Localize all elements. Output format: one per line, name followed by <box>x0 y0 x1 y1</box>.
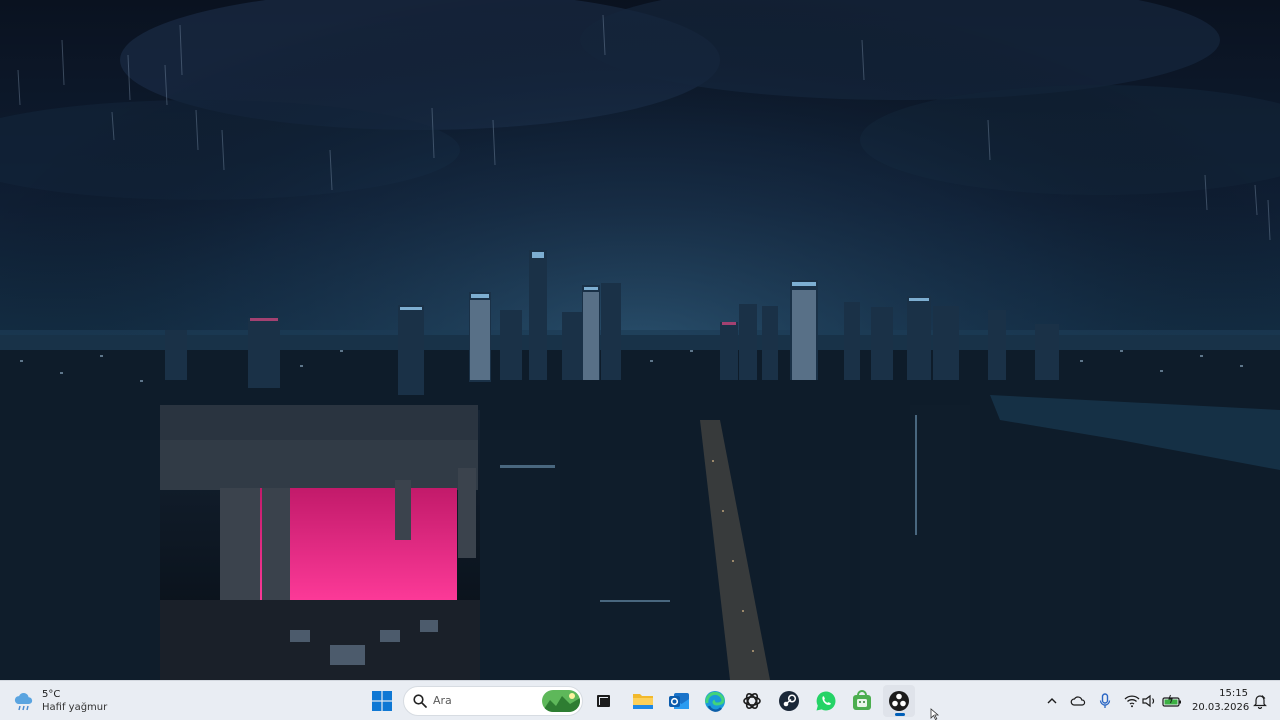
outlook-button[interactable] <box>663 685 695 717</box>
notification-button[interactable] <box>1250 691 1270 711</box>
steam-button[interactable] <box>773 685 805 717</box>
clock-time: 15:15 <box>1219 688 1248 699</box>
obs-button[interactable] <box>883 685 915 717</box>
weather-temperature: 5°C <box>42 689 61 700</box>
clock-button[interactable]: 15:15 20.03.2026 <box>1192 687 1250 715</box>
show-hidden-icons-button[interactable] <box>1042 691 1062 711</box>
microphone-button[interactable] <box>1095 691 1115 711</box>
obs-icon <box>889 691 909 711</box>
task-view-button[interactable] <box>588 685 620 717</box>
chevron-up-icon <box>1047 698 1057 704</box>
android-store-button[interactable] <box>846 685 878 717</box>
edge-icon <box>705 691 725 712</box>
onedrive-button[interactable] <box>1068 691 1088 711</box>
microphone-icon <box>1099 693 1111 708</box>
wifi-icon <box>1124 695 1140 708</box>
weather-widget[interactable]: 5°C Hafif yağmur <box>12 685 122 717</box>
weather-condition: Hafif yağmur <box>42 702 108 713</box>
speaker-icon <box>1142 694 1155 708</box>
city-skyline-image <box>0 0 1280 680</box>
search-highlight-image <box>542 690 580 712</box>
start-button[interactable] <box>366 685 398 717</box>
whatsapp-button[interactable] <box>810 685 842 717</box>
search-icon <box>413 694 427 708</box>
android-store-icon <box>853 690 871 710</box>
search-input[interactable]: Ara <box>403 686 583 716</box>
rain-cloud-icon <box>14 692 33 711</box>
battery-button[interactable] <box>1162 691 1182 711</box>
volume-button[interactable] <box>1140 691 1160 711</box>
edge-button[interactable] <box>699 685 731 717</box>
steam-icon <box>779 691 799 711</box>
file-explorer-button[interactable] <box>627 685 659 717</box>
notification-bell-icon <box>1253 695 1267 709</box>
whatsapp-icon <box>816 691 836 711</box>
search-placeholder: Ara <box>433 694 452 707</box>
mouse-cursor-icon <box>930 708 940 720</box>
chatgpt-button[interactable] <box>736 685 768 717</box>
outlook-icon <box>669 693 689 709</box>
active-app-indicator <box>895 713 905 716</box>
windows-logo-icon <box>372 691 392 711</box>
folder-icon <box>633 694 653 709</box>
clock-date: 20.03.2026 <box>1192 702 1250 713</box>
taskbar: 5°C Hafif yağmur Ara 15:15 20.03.2026 <box>0 680 1280 720</box>
task-view-icon <box>597 695 610 707</box>
chatgpt-icon <box>743 692 761 710</box>
battery-icon <box>1162 694 1181 707</box>
desktop-wallpaper <box>0 0 1280 680</box>
network-button[interactable] <box>1122 691 1142 711</box>
onedrive-icon <box>1070 696 1086 706</box>
